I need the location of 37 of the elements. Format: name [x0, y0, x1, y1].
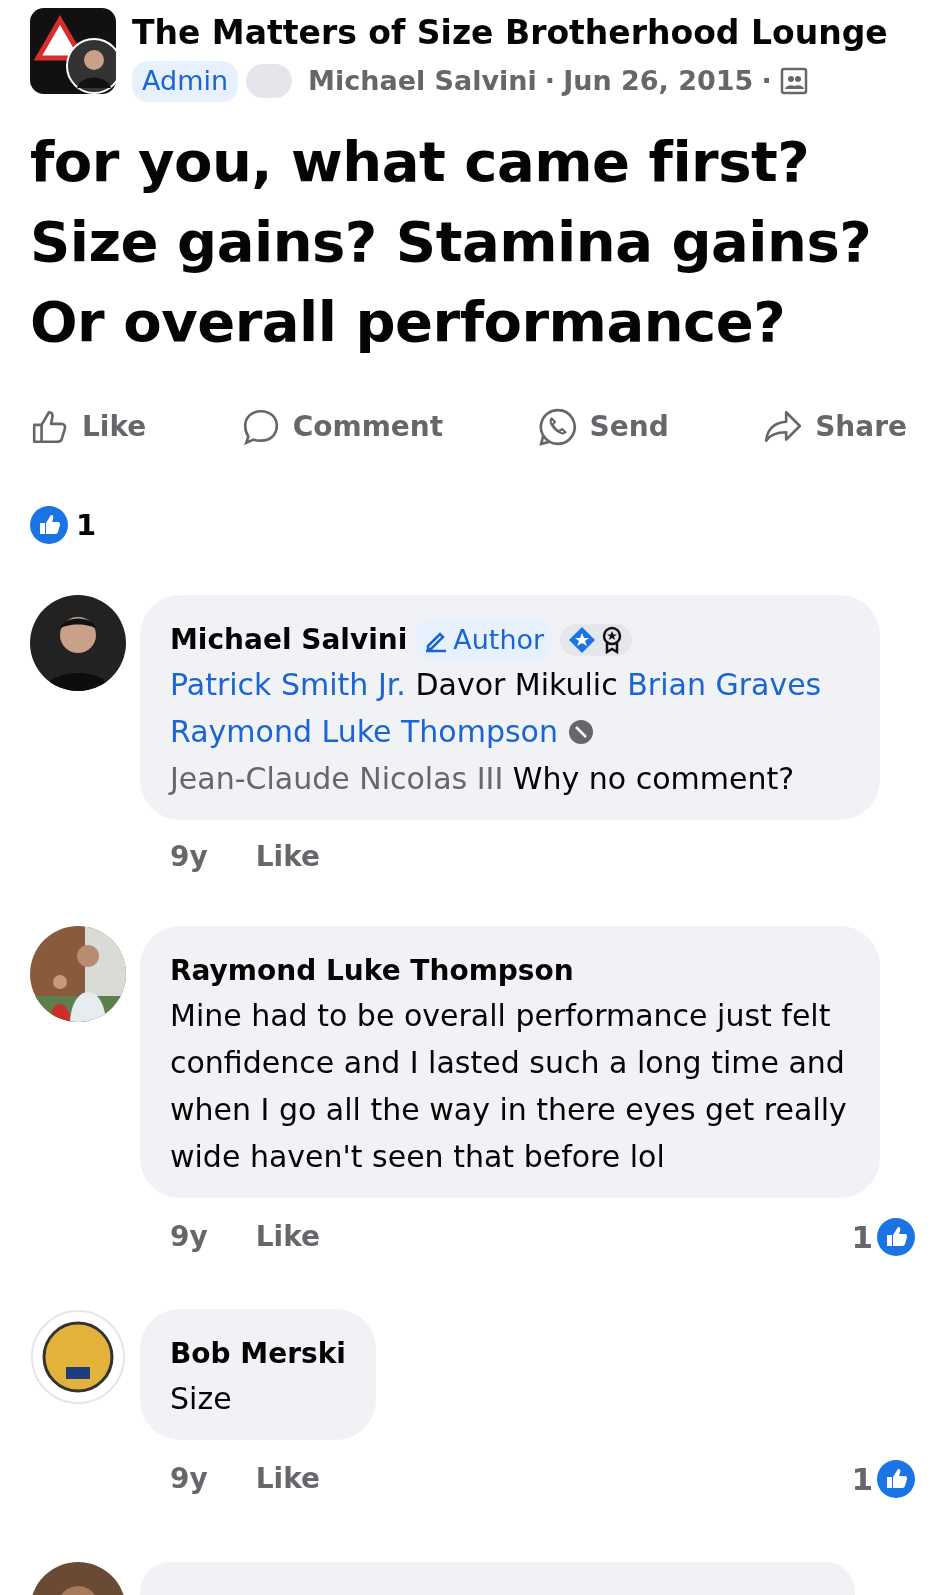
send-button[interactable]: Send	[537, 405, 669, 448]
blank-pill	[246, 64, 293, 99]
reaction-count[interactable]: 1	[76, 503, 97, 547]
comment-time: 9y	[170, 1460, 208, 1497]
share-button[interactable]: Share	[763, 405, 907, 448]
comment-like-button[interactable]: Like	[255, 836, 321, 878]
comment-like-button[interactable]: Like	[255, 1216, 321, 1259]
comment-text: Mine had to be overall performance just felt confidence and I lasted such a long time and when I go all the way in there eyes get really wide haven't seen that before lol	[170, 997, 848, 1176]
reaction-count[interactable]: 1	[851, 1455, 873, 1502]
like-button[interactable]: Like	[30, 405, 147, 448]
group-audience-icon	[779, 67, 808, 96]
commenter-name[interactable]: Bob Merski	[170, 1332, 346, 1375]
diamond-star-icon	[568, 626, 597, 654]
comment-text: Patrick Smith Jr. Davor Mikulic Brian Graves Raymond Luke Thompson Jean-Claude Nicolas III Why no comment?	[170, 666, 823, 798]
group-name[interactable]: The Matters of Size Brotherhood Lounge	[132, 8, 888, 57]
like-reaction-icon	[30, 506, 68, 545]
separator-dot: ·	[544, 64, 556, 98]
like-reaction-icon	[877, 1218, 915, 1257]
comment-time: 9y	[170, 839, 208, 875]
mention-link[interactable]: Patrick Smith Jr.	[170, 667, 406, 702]
reaction-count[interactable]: 1	[851, 1214, 873, 1261]
comment-button[interactable]: Comment	[240, 405, 444, 448]
post-date[interactable]: Jun 26, 2015	[563, 61, 754, 102]
post-title: for you, what came first? Size gains? Stamina gains? Or overall performance?	[30, 127, 873, 356]
role-badge: Admin	[132, 61, 239, 102]
separator-dot: ·	[761, 64, 772, 98]
mention-link[interactable]: Brian Graves	[627, 667, 822, 702]
author-name[interactable]: Michael Salvini	[308, 61, 537, 102]
comment-like-button[interactable]: Like	[255, 1457, 321, 1500]
commenter-name[interactable]: Raymond Luke Thompson	[170, 950, 574, 992]
comment-text: Size	[170, 1379, 233, 1418]
phone-bubble-icon	[537, 406, 578, 447]
mention-link[interactable]: Raymond Luke Thompson	[170, 714, 558, 749]
author-badge: Author	[415, 619, 553, 661]
like-reaction-icon	[877, 1459, 915, 1498]
commenter-name[interactable]: Michael Salvini	[170, 619, 408, 661]
comment-time: 9y	[170, 1219, 208, 1256]
